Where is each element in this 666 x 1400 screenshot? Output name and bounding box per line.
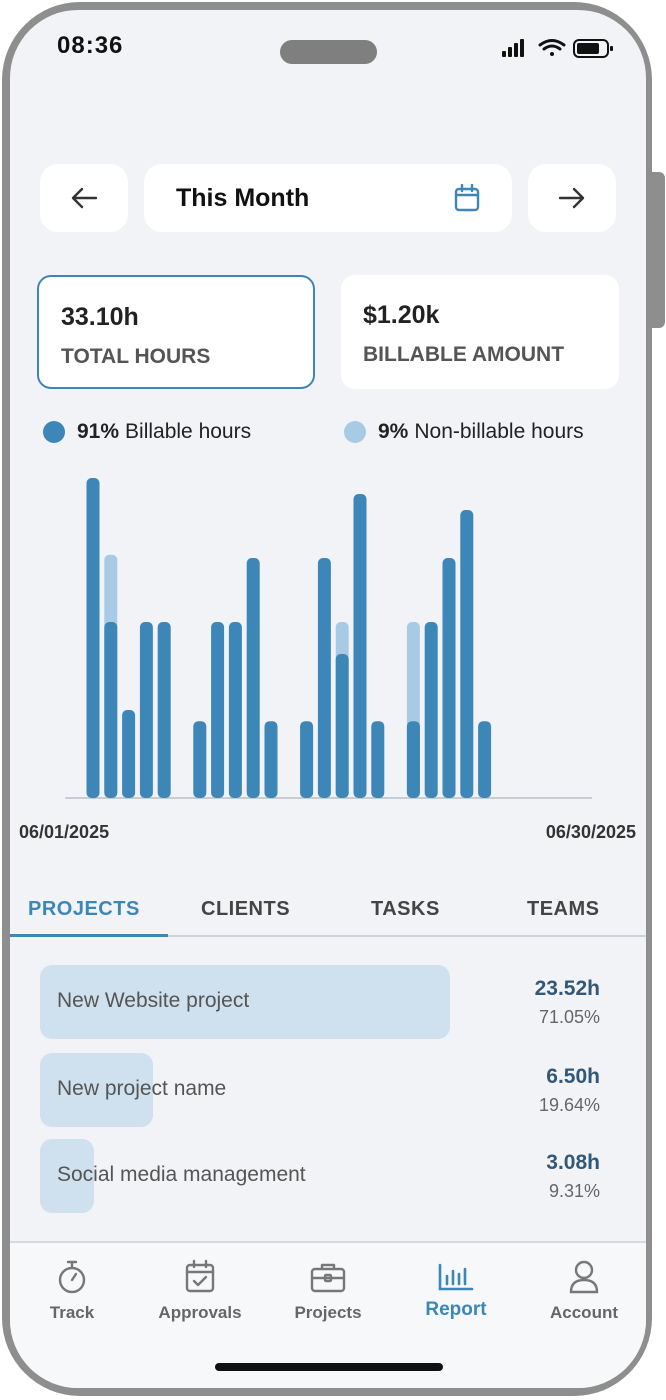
- app-screen: 08:36 This Month 33.10h TOTAL HOURS $1.2…: [10, 10, 646, 1388]
- status-icons: [502, 39, 613, 58]
- nav-track-label: Track: [49, 1303, 95, 1322]
- tab-teams[interactable]: TEAMS: [527, 898, 600, 921]
- project-hours: 6.50h: [546, 1065, 600, 1088]
- total-hours-label: TOTAL HOURS: [61, 345, 211, 368]
- nav-report-label: Report: [425, 1299, 487, 1320]
- chart-start-date: 06/01/2025: [19, 822, 110, 842]
- chart-bar-billable: [246, 558, 260, 798]
- project-name: Social media management: [57, 1163, 306, 1186]
- date-range-label: This Month: [176, 184, 310, 212]
- home-indicator: [215, 1363, 443, 1371]
- next-period-button[interactable]: [528, 164, 616, 232]
- chart-bar-billable: [86, 478, 100, 798]
- legend-billable-label: Billable hours: [125, 420, 252, 443]
- nav-track[interactable]: Track: [17, 1257, 127, 1323]
- nav-approvals[interactable]: Approvals: [145, 1257, 255, 1323]
- chart-bar-billable: [211, 622, 225, 798]
- chart-bar-billable: [122, 710, 136, 798]
- tab-clients[interactable]: CLIENTS: [201, 898, 290, 921]
- arrow-left-icon: [71, 187, 98, 209]
- nav-approvals-label: Approvals: [158, 1303, 242, 1322]
- hours-bar-chart: [65, 478, 592, 799]
- project-hours: 23.52h: [534, 977, 600, 1000]
- chart-bar-billable: [478, 721, 492, 798]
- user-icon: [569, 1260, 599, 1294]
- chart-bar-billable: [424, 622, 438, 798]
- legend-non-billable: 9% Non-billable hours: [344, 420, 584, 444]
- chart-bar-billable: [300, 721, 314, 798]
- billable-amount-value: $1.20k: [363, 301, 440, 329]
- chart-bar-billable: [157, 622, 171, 798]
- active-tab-indicator: [10, 934, 168, 937]
- project-row[interactable]: New project name 6.50h 19.64%: [40, 1053, 620, 1127]
- battery-icon: [573, 39, 613, 58]
- legend-dot-non-billable: [344, 421, 366, 443]
- wifi-icon: [538, 39, 566, 56]
- chart-bar-billable: [264, 721, 278, 798]
- chart-bar-billable: [228, 622, 242, 798]
- chart-bar-billable: [317, 558, 331, 798]
- legend-dot-billable: [43, 421, 65, 443]
- legend-non-billable-percent: 9%: [378, 420, 409, 443]
- legend-non-billable-label: Non-billable hours: [414, 420, 584, 443]
- nav-account[interactable]: Account: [529, 1257, 639, 1323]
- billable-amount-label: BILLABLE AMOUNT: [363, 343, 565, 366]
- nav-projects-label: Projects: [294, 1303, 362, 1322]
- nav-projects[interactable]: Projects: [273, 1257, 383, 1323]
- project-hours: 3.08h: [546, 1151, 600, 1174]
- chart-bar-billable: [139, 622, 153, 798]
- calendar-check-icon: [185, 1259, 215, 1293]
- chart-end-date: 06/30/2025: [545, 822, 636, 842]
- date-range-selector[interactable]: This Month: [144, 164, 512, 232]
- briefcase-icon: [310, 1263, 346, 1293]
- side-button: [651, 172, 665, 328]
- calendar-icon: [454, 184, 480, 212]
- nav-report[interactable]: Report: [401, 1257, 511, 1321]
- legend-billable-percent: 91%: [77, 420, 120, 443]
- project-percent: 71.05%: [538, 1007, 600, 1027]
- report-tabs: PROJECTS CLIENTS TASKS TEAMS: [10, 890, 646, 936]
- status-time: 08:36: [57, 32, 124, 59]
- chart-bar-billable: [442, 558, 456, 798]
- stopwatch-icon: [58, 1260, 86, 1294]
- nav-account-label: Account: [550, 1303, 618, 1322]
- chart-bar-billable: [460, 510, 474, 798]
- project-row[interactable]: Social media management 3.08h 9.31%: [40, 1139, 620, 1213]
- chart-bar-billable: [104, 622, 118, 798]
- chart-bar-billable: [406, 721, 420, 798]
- legend-billable: 91% Billable hours: [43, 420, 251, 444]
- total-hours-value: 33.10h: [61, 303, 139, 331]
- total-hours-card[interactable]: 33.10h TOTAL HOURS: [37, 275, 315, 389]
- billable-amount-card[interactable]: $1.20k BILLABLE AMOUNT: [341, 275, 619, 389]
- tab-tasks[interactable]: TASKS: [371, 898, 440, 921]
- tab-projects[interactable]: PROJECTS: [28, 898, 140, 921]
- project-row[interactable]: New Website project 23.52h 71.05%: [40, 965, 620, 1039]
- project-percent: 9.31%: [548, 1181, 600, 1201]
- chart-bar-billable: [335, 654, 349, 798]
- project-name: New project name: [57, 1077, 227, 1100]
- project-name: New Website project: [57, 989, 250, 1012]
- project-percent: 19.64%: [538, 1095, 600, 1115]
- chart-bar-billable: [353, 494, 367, 798]
- chart-bar-billable: [193, 721, 207, 798]
- dynamic-island: [280, 40, 377, 64]
- previous-period-button[interactable]: [40, 164, 128, 232]
- chart-bar-billable: [371, 721, 385, 798]
- bar-chart-icon: [438, 1263, 474, 1291]
- signal-icon: [502, 39, 524, 57]
- arrow-right-icon: [558, 187, 585, 209]
